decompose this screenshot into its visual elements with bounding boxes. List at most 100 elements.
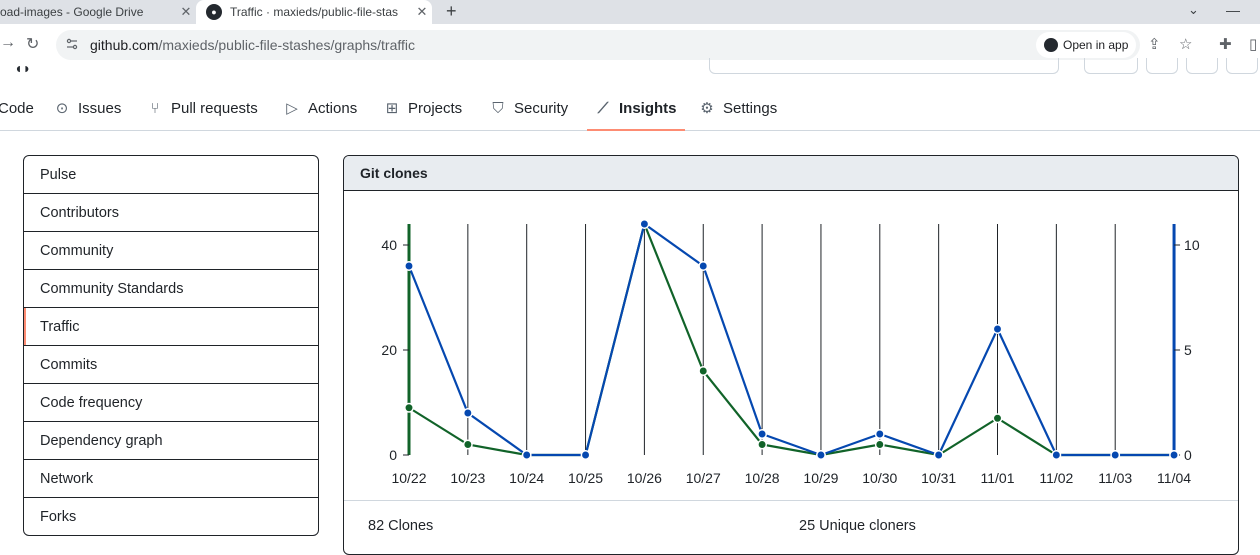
close-icon[interactable]: ✕ bbox=[176, 4, 196, 20]
url-host: github.com bbox=[90, 37, 159, 53]
command-palette-button[interactable] bbox=[1084, 58, 1138, 74]
issues-button[interactable] bbox=[1146, 58, 1178, 74]
x-tick-label: 11/02 bbox=[1039, 470, 1073, 486]
pull-requests-button[interactable] bbox=[1186, 58, 1218, 74]
reload-icon[interactable]: ↻ bbox=[26, 34, 39, 54]
unique-cloners-point bbox=[580, 450, 591, 460]
search-input[interactable] bbox=[709, 58, 1059, 74]
table-icon: ⊞ bbox=[385, 100, 399, 117]
browser-tab-traffic[interactable]: ● Traffic · maxieds/public-file-stas ✕ bbox=[196, 0, 432, 24]
clones-point bbox=[992, 413, 1003, 424]
tab-label: Code bbox=[0, 99, 34, 117]
sidebar-item-community[interactable]: Community bbox=[24, 232, 318, 270]
tab-projects[interactable]: ⊞ Projects bbox=[384, 86, 462, 130]
sidebar-item-commits[interactable]: Commits bbox=[24, 346, 318, 384]
github-icon bbox=[1044, 38, 1058, 52]
sidebar-item-pulse[interactable]: Pulse bbox=[24, 156, 318, 194]
bookmark-star-icon[interactable]: ☆ bbox=[1179, 35, 1192, 53]
y-right-tick-label: 5 bbox=[1184, 342, 1192, 358]
git-clones-chart: 10/22 10/23 10/24 10/25 10/26 10/27 10/28 10/29… bbox=[381, 219, 1200, 486]
tab-label: Insights bbox=[619, 99, 677, 117]
x-tick-label: 10/30 bbox=[862, 470, 897, 486]
unique-cloners-point bbox=[757, 429, 768, 439]
unique-cloners-count: 25 Unique cloners bbox=[799, 518, 916, 534]
url-text[interactable]: github.com/maxieds/public-file-stashes/g… bbox=[90, 36, 415, 54]
x-tick-label: 10/23 bbox=[450, 470, 485, 486]
x-tick-label: 11/03 bbox=[1098, 470, 1132, 486]
shield-icon: ⛉ bbox=[492, 99, 504, 117]
unique-cloners-series-line bbox=[407, 222, 1175, 457]
x-tick-label: 10/31 bbox=[921, 470, 956, 486]
tab-label: Issues bbox=[78, 99, 122, 117]
y-right-tick-label: 0 bbox=[1184, 447, 1192, 463]
tab-label: Actions bbox=[308, 99, 358, 117]
sidebar-item-contributors[interactable]: Contributors bbox=[24, 194, 318, 232]
sidebar-item-forks[interactable]: Forks bbox=[24, 498, 318, 535]
tab-issues[interactable]: ⊙ Issues bbox=[54, 86, 122, 130]
url-path: /maxieds/public-file-stashes/graphs/traf… bbox=[158, 37, 416, 53]
clones-point bbox=[874, 439, 885, 450]
x-tick-label: 10/25 bbox=[568, 470, 603, 486]
y-left-tick-label: 0 bbox=[389, 447, 397, 463]
pull-request-icon: ⑂ bbox=[150, 99, 160, 117]
gear-icon: ⚙ bbox=[700, 100, 714, 117]
unique-cloners-point bbox=[933, 450, 944, 460]
git-clones-title: Git clones bbox=[344, 156, 1238, 191]
tab-actions[interactable]: ▷ Actions bbox=[284, 86, 357, 130]
chevron-down-icon[interactable]: ⌄ bbox=[1188, 0, 1199, 20]
y-right-tick-label: 10 bbox=[1184, 237, 1200, 253]
clones-series-line bbox=[408, 220, 1175, 457]
tab-title: Traffic · maxieds/public-file-stas bbox=[230, 5, 399, 19]
y-left-tick-label: 40 bbox=[381, 237, 397, 253]
x-tick-label: 10/22 bbox=[391, 470, 426, 486]
tab-settings[interactable]: ⚙ Settings bbox=[699, 86, 777, 130]
github-logo-icon[interactable]: ◖◗ bbox=[14, 60, 31, 76]
tab-security[interactable]: ⛉ Security bbox=[490, 86, 568, 130]
unique-cloners-point bbox=[816, 450, 826, 460]
sidebar-item-code-frequency[interactable]: Code frequency bbox=[24, 384, 318, 422]
new-tab-icon[interactable]: + bbox=[446, 0, 457, 24]
tab-code[interactable]: Code bbox=[0, 86, 34, 130]
forward-arrow-icon[interactable]: → bbox=[0, 34, 16, 52]
insights-sidebar-menu: Pulse Contributors Community Community S… bbox=[23, 155, 319, 536]
tab-label: Projects bbox=[408, 99, 463, 117]
inbox-button[interactable] bbox=[1226, 58, 1258, 74]
unique-cloners-point bbox=[698, 261, 709, 271]
sidebar-item-dependency-graph[interactable]: Dependency graph bbox=[24, 422, 318, 460]
tab-pull-requests[interactable]: ⑂ Pull requests bbox=[147, 86, 258, 130]
sidebar-item-community-standards[interactable]: Community Standards bbox=[24, 270, 318, 308]
unique-cloners-point bbox=[639, 219, 650, 229]
share-icon[interactable]: ⇪ bbox=[1148, 35, 1161, 53]
unique-cloners-point bbox=[521, 450, 532, 460]
browser-tab-drive[interactable]: oad-images - Google Drive ✕ bbox=[0, 0, 196, 24]
repo-nav: Code ⊙ Issues ⑂ Pull requests ▷ Actions … bbox=[0, 86, 1260, 131]
open-in-app-button[interactable]: Open in app bbox=[1036, 32, 1137, 58]
clones-point bbox=[462, 439, 473, 450]
unique-cloners-point bbox=[404, 261, 414, 271]
tab-label: Security bbox=[514, 99, 569, 117]
close-icon[interactable]: ✕ bbox=[412, 4, 432, 20]
git-clones-summary: 82 Clones 25 Unique cloners bbox=[344, 500, 1238, 554]
github-favicon-icon: ● bbox=[206, 4, 222, 20]
sidebar-item-traffic[interactable]: Traffic bbox=[24, 308, 318, 346]
side-panel-icon[interactable]: ▯ bbox=[1249, 35, 1257, 53]
sidebar-item-network[interactable]: Network bbox=[24, 460, 318, 498]
tab-title: oad-images - Google Drive bbox=[0, 5, 144, 19]
git-clones-panel: Git clones 10/22 10/23 10/24 10/25 10/26 10/2… bbox=[343, 155, 1239, 555]
x-tick-label: 10/27 bbox=[686, 470, 721, 486]
x-tick-label: 10/28 bbox=[745, 470, 780, 486]
unique-cloners-point bbox=[1110, 450, 1121, 460]
extensions-icon[interactable]: ✚ bbox=[1219, 35, 1232, 53]
browser-tab-strip: oad-images - Google Drive ✕ ● Traffic · … bbox=[0, 0, 1260, 24]
graph-icon: ⟋ bbox=[597, 99, 609, 117]
unique-cloners-point bbox=[874, 429, 885, 439]
unique-cloners-point bbox=[992, 324, 1003, 334]
tab-insights[interactable]: ⟋ Insights bbox=[587, 86, 684, 131]
tab-label: Settings bbox=[723, 99, 778, 117]
site-info-icon[interactable] bbox=[66, 38, 78, 50]
tab-label: Pull requests bbox=[171, 99, 258, 117]
x-tick-label: 10/26 bbox=[627, 470, 662, 486]
y-left-tick-label: 20 bbox=[381, 342, 397, 358]
open-in-app-label: Open in app bbox=[1063, 38, 1129, 52]
minimize-icon[interactable]: — bbox=[1226, 0, 1240, 20]
